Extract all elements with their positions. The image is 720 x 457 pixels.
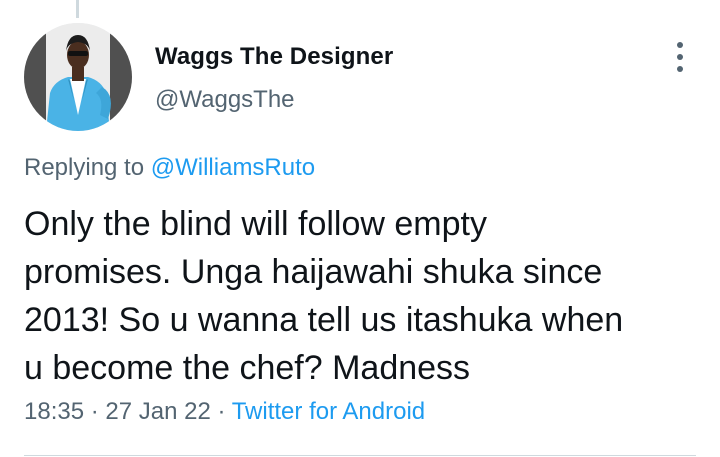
- replying-to-label: Replying to: [24, 154, 151, 181]
- avatar[interactable]: [24, 23, 132, 131]
- meta-separator: ·: [84, 398, 106, 425]
- author-handle[interactable]: @WaggsThe: [155, 86, 295, 114]
- tweet-metadata: 18:35 · 27 Jan 22 · Twitter for Android: [24, 398, 425, 426]
- author-name[interactable]: Waggs The Designer: [155, 43, 393, 71]
- tweet-text: Only the blind will follow empty promise…: [24, 205, 624, 387]
- tweet-card[interactable]: Waggs The Designer @WaggsThe Replying to…: [0, 0, 720, 457]
- tweet-date[interactable]: 27 Jan 22: [105, 398, 210, 425]
- tweet-time[interactable]: 18:35: [24, 398, 84, 425]
- replying-to: Replying to @WilliamsRuto: [24, 154, 315, 182]
- more-options-icon[interactable]: [672, 40, 688, 74]
- divider: [24, 455, 696, 456]
- avatar-photo: [24, 23, 132, 131]
- thread-connector-line: [76, 0, 79, 18]
- replying-to-mention-link[interactable]: @WilliamsRuto: [151, 154, 315, 181]
- meta-separator: ·: [210, 398, 232, 425]
- tweet-source-link[interactable]: Twitter for Android: [232, 398, 425, 425]
